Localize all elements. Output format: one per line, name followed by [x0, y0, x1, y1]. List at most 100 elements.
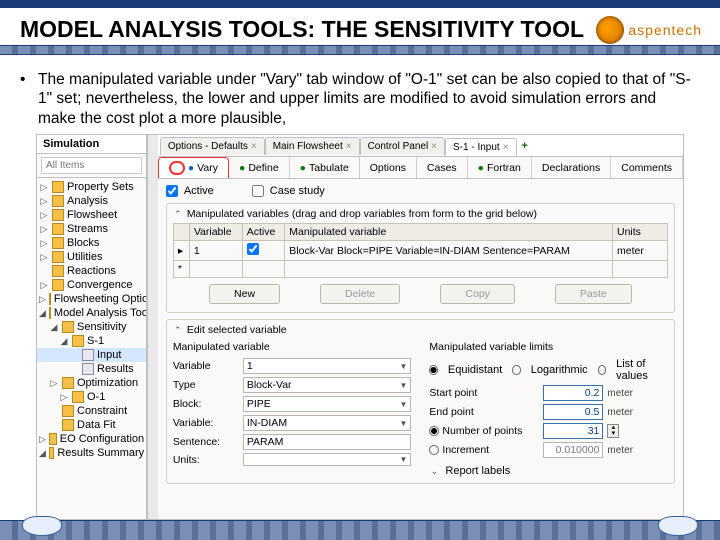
- spin-icon[interactable]: ▴▾: [607, 424, 619, 438]
- logo-text: aspentech: [628, 22, 702, 38]
- end-input[interactable]: 0.5: [543, 404, 603, 420]
- tree-twisty-icon[interactable]: ▷: [39, 210, 49, 221]
- folder-icon: [72, 391, 84, 403]
- sidebar-search[interactable]: [37, 154, 146, 178]
- unit-end: meter: [607, 407, 651, 418]
- table-row-empty[interactable]: *: [173, 261, 667, 278]
- manip-group-title: Manipulated variables (drag and drop var…: [187, 208, 537, 220]
- npts-input[interactable]: 31: [543, 423, 603, 439]
- ring-icon: [169, 161, 185, 175]
- active-checkbox[interactable]: [166, 185, 178, 197]
- tree-item[interactable]: ▷Blocks: [37, 236, 146, 250]
- search-input[interactable]: [41, 157, 142, 174]
- tree-item[interactable]: Results: [37, 362, 146, 376]
- collapse-icon[interactable]: ⌃: [173, 325, 183, 336]
- tree-item[interactable]: ▷Analysis: [37, 194, 146, 208]
- var2-select[interactable]: IN-DIAM▼: [243, 415, 412, 431]
- variable-select[interactable]: 1▼: [243, 358, 412, 374]
- tree-twisty-icon[interactable]: ▷: [39, 224, 49, 235]
- document-tab[interactable]: S-1 - Input×: [445, 138, 517, 156]
- subtab-declarations[interactable]: Declarations: [532, 157, 611, 178]
- logo-icon: [596, 16, 624, 44]
- tree-twisty-icon[interactable]: ◢: [49, 322, 59, 333]
- manip-table: Variable Active Manipulated variable Uni…: [173, 223, 668, 278]
- paste-button[interactable]: Paste: [555, 284, 632, 304]
- chevron-down-icon[interactable]: ⌄: [429, 466, 439, 477]
- subtab-vary[interactable]: ●Vary: [158, 157, 229, 178]
- tree-twisty-icon[interactable]: ▷: [39, 196, 49, 207]
- document-tab[interactable]: Control Panel×: [360, 137, 445, 155]
- close-icon[interactable]: ×: [346, 141, 352, 152]
- folder-icon: [52, 195, 64, 207]
- add-tab-button[interactable]: +: [517, 140, 533, 152]
- inc-input[interactable]: 0.010000: [543, 442, 603, 458]
- tree-twisty-icon[interactable]: ◢: [39, 448, 46, 459]
- tree-item[interactable]: Data Fit: [37, 418, 146, 432]
- tree-item[interactable]: ▷Utilities: [37, 250, 146, 264]
- tree-item[interactable]: ▷Flowsheet: [37, 208, 146, 222]
- tree-twisty-icon[interactable]: ▷: [39, 252, 49, 263]
- tree-item[interactable]: ▷Property Sets: [37, 180, 146, 194]
- tree-item[interactable]: ◢Model Analysis Tools: [37, 306, 146, 320]
- new-button[interactable]: New: [209, 284, 280, 304]
- row-active-checkbox[interactable]: [247, 243, 259, 255]
- radio-list[interactable]: [598, 365, 606, 375]
- tree-twisty-icon[interactable]: ▷: [39, 280, 49, 291]
- tree-twisty-icon[interactable]: ◢: [39, 308, 46, 319]
- tree-item[interactable]: ▷Flowsheeting Options: [37, 292, 146, 306]
- radio-equidistant[interactable]: [429, 365, 437, 375]
- close-icon[interactable]: ×: [251, 141, 257, 152]
- tree-item[interactable]: ▷O-1: [37, 390, 146, 404]
- radio-logarithmic[interactable]: [512, 365, 520, 375]
- block-select[interactable]: PIPE▼: [243, 396, 412, 412]
- tree-twisty-icon[interactable]: ▷: [39, 182, 49, 193]
- tree-label: Results Summary: [57, 447, 144, 459]
- lbl-end: End point: [429, 406, 539, 418]
- nav-tree[interactable]: ▷Property Sets▷Analysis▷Flowsheet▷Stream…: [37, 178, 146, 462]
- tree-twisty-icon[interactable]: ◢: [59, 336, 69, 347]
- left-col-header: Manipulated variable: [173, 339, 412, 355]
- subtab-define[interactable]: ●Define: [229, 157, 290, 178]
- type-select[interactable]: Block-Var▼: [243, 377, 412, 393]
- tree-twisty-icon[interactable]: ▷: [39, 434, 46, 445]
- tree-item[interactable]: ▷Convergence: [37, 278, 146, 292]
- collapse-icon[interactable]: ⌃: [173, 209, 183, 220]
- sidebar-scrollbar[interactable]: [147, 135, 158, 519]
- close-icon[interactable]: ×: [503, 142, 509, 153]
- tree-item[interactable]: ◢Sensitivity: [37, 320, 146, 334]
- document-tab[interactable]: Main Flowsheet×: [265, 137, 360, 155]
- bullet-text: The manipulated variable under "Vary" ta…: [0, 60, 720, 130]
- tree-item[interactable]: Constraint: [37, 404, 146, 418]
- tree-twisty-icon[interactable]: ▷: [59, 392, 69, 403]
- tree-twisty-icon[interactable]: ▷: [49, 378, 59, 389]
- folder-icon: [52, 181, 64, 193]
- tree-item[interactable]: ▷ Optimization: [37, 376, 146, 390]
- tree-item[interactable]: ◢ Results Summary: [37, 446, 146, 460]
- delete-button[interactable]: Delete: [320, 284, 400, 304]
- sentence-select[interactable]: PARAM: [243, 434, 412, 450]
- tree-item[interactable]: Input: [37, 348, 146, 362]
- document-tab[interactable]: Options - Defaults×: [160, 137, 265, 155]
- subtab-options[interactable]: Options: [360, 157, 417, 178]
- subtab-fortran[interactable]: ●Fortran: [468, 157, 532, 178]
- units-select[interactable]: ▼: [243, 453, 412, 466]
- subtab-cases[interactable]: Cases: [417, 157, 468, 178]
- close-icon[interactable]: ×: [431, 141, 437, 152]
- tree-item[interactable]: ▷Streams: [37, 222, 146, 236]
- unit-inc: meter: [607, 445, 651, 456]
- subtab-comments[interactable]: Comments: [611, 157, 683, 178]
- start-input[interactable]: 0.2: [543, 385, 603, 401]
- radio-npts[interactable]: [429, 426, 439, 436]
- tree-label: Optimization: [77, 377, 138, 389]
- subtab-tabulate[interactable]: ●Tabulate: [290, 157, 360, 178]
- tree-item[interactable]: Reactions: [37, 264, 146, 278]
- slide-footer: [0, 520, 720, 540]
- table-row[interactable]: ▸ 1 Block-Var Block=PIPE Variable=IN-DIA…: [173, 241, 667, 261]
- tree-twisty-icon[interactable]: ▷: [39, 238, 49, 249]
- radio-inc[interactable]: [429, 445, 439, 455]
- copy-button[interactable]: Copy: [440, 284, 515, 304]
- tree-item[interactable]: ▷EO Configuration: [37, 432, 146, 446]
- tree-item[interactable]: ◢S-1: [37, 334, 146, 348]
- casestudy-checkbox[interactable]: [252, 185, 264, 197]
- tree-twisty-icon[interactable]: ▷: [39, 294, 46, 305]
